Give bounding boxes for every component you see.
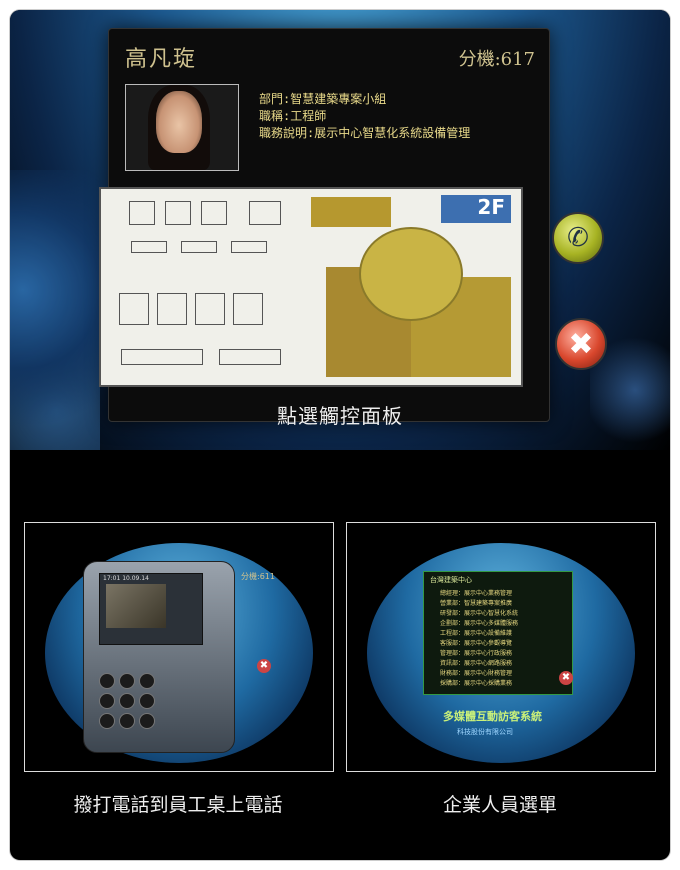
- map-desk: [165, 201, 191, 225]
- map-desk: [201, 201, 227, 225]
- thumbnail-staff-menu: 台灣建築中心 總經理：展示中心業務管理 營業部：智慧建築專案推廣 研發部：展示中…: [346, 522, 656, 772]
- phone-key[interactable]: [99, 713, 115, 729]
- menu-item[interactable]: 財務部：展示中心財務管理: [440, 668, 512, 677]
- caption-call-desk-phone: 撥打電話到員工桌上電話: [73, 794, 283, 816]
- map-desk: [121, 349, 203, 365]
- surveillance-video: [106, 584, 166, 628]
- thumb-extension: 分機:611: [241, 572, 275, 581]
- thumb-close-icon[interactable]: ✖: [257, 659, 271, 673]
- employee-info: 部門:智慧建築專案小組 職稱:工程師 職務說明:展示中心智慧化系統設備管理: [259, 91, 470, 142]
- menu-title: 台灣建築中心: [430, 576, 472, 584]
- staff-menu-panel: 台灣建築中心 總經理：展示中心業務管理 營業部：智慧建築專案推廣 研發部：展示中…: [423, 571, 573, 695]
- phone-key[interactable]: [139, 673, 155, 689]
- map-desk: [157, 293, 187, 325]
- kiosk-scene: 高凡琁 分機:617 部門:智慧建築專案小組 職稱:工程師 職務說明:展示中心智…: [10, 10, 670, 450]
- company-name: 科技股份有限公司: [457, 728, 513, 736]
- menu-item[interactable]: 客服部：展示中心參觀導覽: [440, 638, 512, 647]
- menu-item[interactable]: 企劃部：展示中心多媒體服務: [440, 618, 518, 627]
- screenshot-frame: 高凡琁 分機:617 部門:智慧建築專案小組 職稱:工程師 職務說明:展示中心智…: [10, 10, 670, 860]
- duty-text: 職務說明:展示中心智慧化系統設備管理: [259, 126, 471, 140]
- employee-photo: [125, 84, 239, 171]
- phone-screen-time: 17:01 10.09.14: [103, 575, 149, 582]
- phone-key[interactable]: [119, 673, 135, 689]
- menu-item[interactable]: 研發部：展示中心智慧化系統: [440, 608, 518, 617]
- extension-number: 分機:617: [458, 49, 535, 70]
- map-desk: [119, 293, 149, 325]
- thumb-close-icon[interactable]: ✖: [559, 671, 573, 685]
- map-desk: [249, 201, 281, 225]
- close-icon: ✖: [568, 326, 594, 362]
- menu-item[interactable]: 總經理：展示中心業務管理: [440, 588, 512, 597]
- department-text: 部門:智慧建築專案小組: [259, 92, 387, 106]
- close-button[interactable]: ✖: [555, 318, 607, 370]
- menu-item[interactable]: 資訊部：展示中心網路服務: [440, 658, 512, 667]
- map-circular-area[interactable]: [359, 227, 463, 321]
- phone-key[interactable]: [119, 693, 135, 709]
- menu-item[interactable]: 管理部：展示中心行政服務: [440, 648, 512, 657]
- phone-key[interactable]: [139, 713, 155, 729]
- menu-item[interactable]: 採購部：展示中心採購業務: [440, 678, 512, 687]
- employee-panel: 高凡琁 分機:617 部門:智慧建築專案小組 職稱:工程師 職務說明:展示中心智…: [99, 28, 550, 422]
- map-room[interactable]: [311, 197, 391, 227]
- menu-item[interactable]: 工程部：展示中心設備維護: [440, 628, 512, 637]
- phone-key[interactable]: [99, 693, 115, 709]
- job-title-text: 職稱:工程師: [259, 109, 327, 123]
- phone-key[interactable]: [119, 713, 135, 729]
- phone-screen: 17:01 10.09.14: [99, 573, 203, 645]
- map-desk: [233, 293, 263, 325]
- phone-key[interactable]: [99, 673, 115, 689]
- phone-icon: ✆: [567, 223, 589, 253]
- caption-touch-panel: 點選觸控面板: [277, 404, 403, 428]
- map-desk: [129, 201, 155, 225]
- map-desk: [131, 241, 167, 253]
- call-button[interactable]: ✆: [552, 212, 604, 264]
- map-desk: [195, 293, 225, 325]
- map-desk: [181, 241, 217, 253]
- thumbnail-desk-phone: 17:01 10.09.14 分機:611 ✖: [24, 522, 334, 772]
- employee-name: 高凡琁: [125, 47, 198, 72]
- phone-key[interactable]: [139, 693, 155, 709]
- floor-plan-map[interactable]: 2F: [99, 187, 523, 387]
- menu-item[interactable]: 營業部：智慧建築專案推廣: [440, 598, 512, 607]
- system-title: 多媒體互動訪客系統: [443, 710, 542, 723]
- map-desk: [231, 241, 267, 253]
- floor-label: 2F: [441, 195, 511, 223]
- map-desk: [219, 349, 281, 365]
- caption-staff-menu: 企業人員選單: [442, 794, 557, 816]
